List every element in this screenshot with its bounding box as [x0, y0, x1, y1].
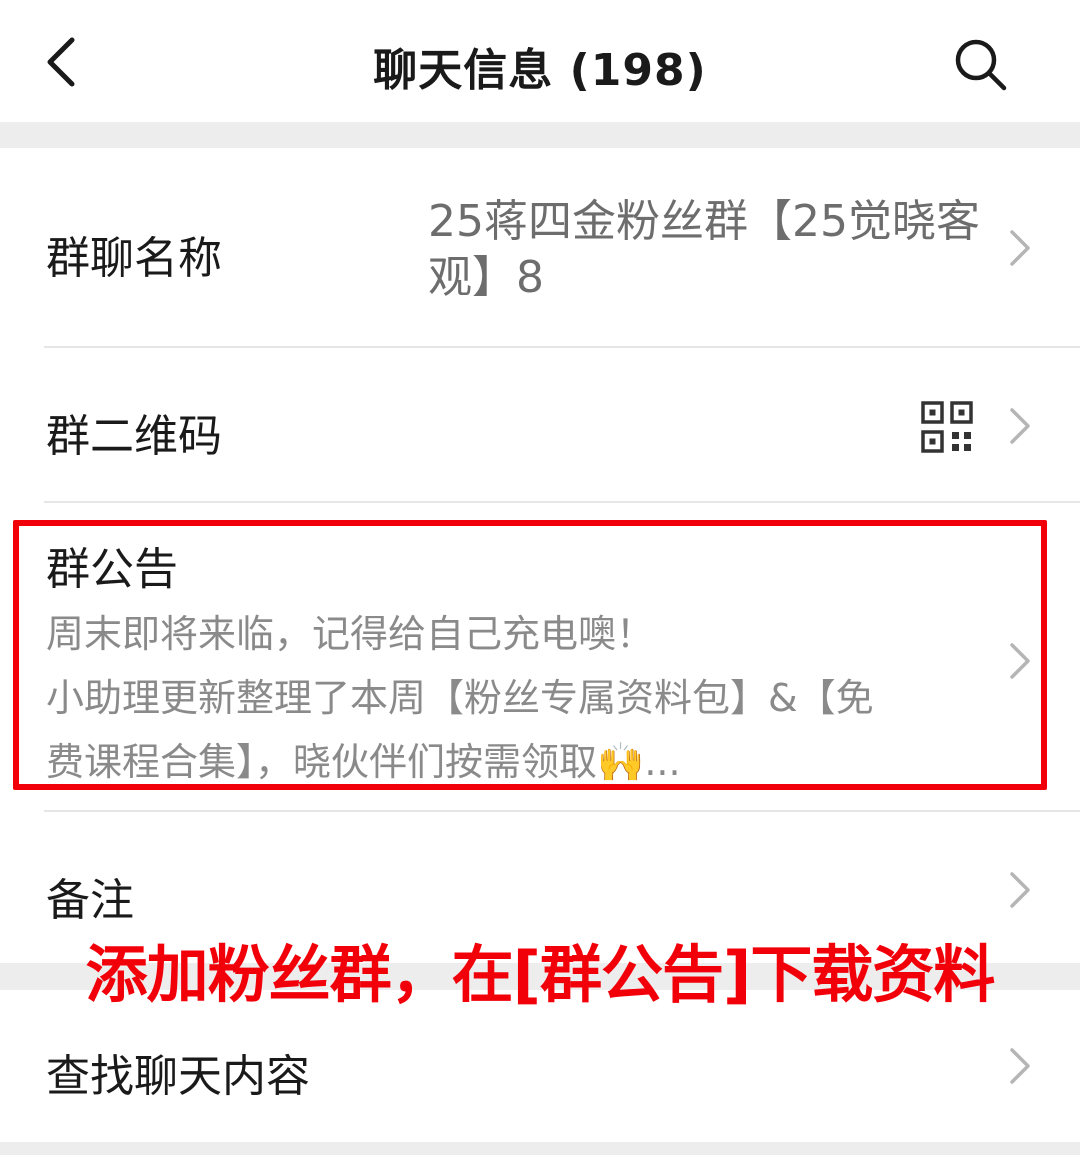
chevron-right-icon	[1010, 1048, 1030, 1084]
qr-code-icon	[921, 401, 973, 453]
group-qr-row[interactable]: 群二维码	[0, 348, 1080, 502]
nav-header: 聊天信息 (198)	[0, 0, 1080, 122]
group-name-value: 25蒋四金粉丝群【25觉晓客观】8	[428, 196, 980, 303]
promo-caption: 添加粉丝群，在[群公告]下载资料	[85, 938, 996, 1011]
search-icon[interactable]	[950, 34, 1010, 94]
group-name-label: 群聊名称	[46, 233, 222, 284]
page-title: 聊天信息 (198)	[373, 45, 707, 96]
highlight-box	[13, 520, 1047, 790]
search-chat-label: 查找聊天内容	[46, 1051, 310, 1102]
chevron-right-icon	[1010, 408, 1030, 444]
chevron-right-icon	[1010, 230, 1030, 266]
chevron-right-icon	[1010, 872, 1030, 908]
group-qr-label: 群二维码	[46, 411, 222, 462]
remark-label: 备注	[46, 875, 134, 926]
group-name-row[interactable]: 群聊名称 25蒋四金粉丝群【25觉晓客观】8	[0, 148, 1080, 348]
